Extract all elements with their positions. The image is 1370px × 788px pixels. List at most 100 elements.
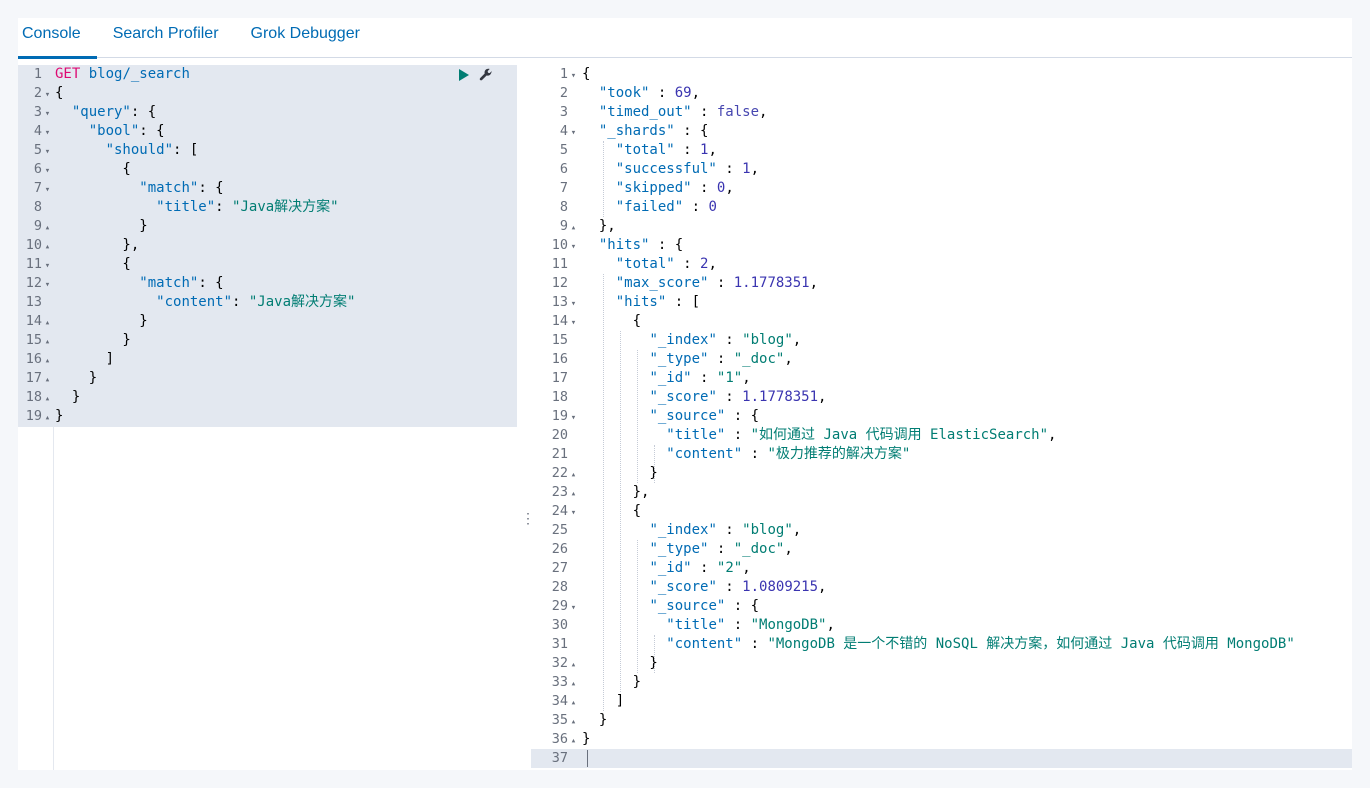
json-punct: :	[716, 522, 743, 538]
line-number: 4	[559, 123, 568, 139]
tab-search-profiler[interactable]: Search Profiler	[97, 18, 235, 58]
request-path: blog/_search	[88, 66, 190, 82]
json-value: 1.1778351	[733, 275, 810, 291]
json-string: "如何通过 Java 代码调用 ElasticSearch"	[750, 427, 1049, 443]
json-key: "_shards"	[598, 123, 675, 139]
line-number: 3	[33, 104, 42, 120]
line-text: {	[582, 313, 642, 329]
line-text: ]	[55, 351, 115, 367]
line-text: {	[55, 256, 131, 272]
request-line: 12 ▾ "match": {	[18, 274, 517, 293]
line-text: "timed_out" : false,	[579, 103, 768, 122]
line-number: 13	[551, 294, 568, 310]
line-number: 16	[551, 351, 568, 367]
json-punct	[582, 332, 649, 348]
response-viewer[interactable]: 1 ▾{2 "took" : 69, 3 "timed_out" : false, 4…	[531, 65, 1352, 770]
tab-grok-debugger[interactable]: Grok Debugger	[235, 18, 376, 58]
json-punct: ,	[784, 351, 793, 367]
wrench-icon[interactable]	[479, 68, 493, 82]
response-line: 9 ▴ },	[531, 217, 1352, 236]
json-string: "1"	[716, 370, 743, 386]
json-key: "content"	[666, 636, 743, 652]
line-text: "match": {	[53, 179, 223, 198]
request-line: 10 ▴ },	[18, 236, 517, 255]
line-number: 36	[551, 731, 568, 747]
line-number: 26	[551, 541, 568, 557]
json-key: "_index"	[649, 332, 717, 348]
request-code[interactable]: 1 GET blog/_search 2 ▾{3 ▾ "query": {4 ▾ "boo…	[18, 65, 517, 426]
json-value: 0	[708, 199, 717, 215]
json-key: "should"	[105, 142, 174, 158]
request-editor[interactable]: 1 GET blog/_search 2 ▾{3 ▾ "query": {4 ▾ "boo…	[18, 65, 517, 770]
line-text: }	[582, 731, 591, 747]
json-punct	[582, 142, 616, 158]
line-text: "_shards" : {	[579, 122, 709, 141]
json-key: "timed_out"	[598, 104, 692, 120]
json-punct: : {	[198, 275, 224, 291]
json-punct: : {	[725, 598, 760, 614]
json-punct	[582, 370, 649, 386]
json-punct	[582, 237, 599, 253]
response-line: 26 "_type" : "_doc",	[531, 540, 1352, 559]
json-key: "title"	[666, 617, 726, 633]
line-text: }	[55, 332, 131, 348]
json-key: "max_score"	[615, 275, 709, 291]
response-line: 30 "title" : "MongoDB",	[531, 616, 1352, 635]
json-value: 1.0809215	[742, 579, 819, 595]
json-key: "_source"	[649, 598, 726, 614]
request-line: 16 ▴ ]	[18, 350, 517, 369]
json-punct: :	[742, 446, 768, 462]
json-punct: ,	[818, 579, 827, 595]
json-punct	[582, 560, 649, 576]
request-actions	[459, 65, 493, 84]
line-number: 9	[559, 218, 568, 234]
line-number: 15	[25, 332, 42, 348]
json-key: "hits"	[615, 294, 667, 310]
json-punct	[582, 161, 616, 177]
fold-close-icon[interactable]: ▴	[42, 409, 53, 428]
line-text: "title": "Java解决方案"	[53, 198, 338, 217]
json-punct: :	[742, 636, 768, 652]
line-number: 5	[559, 142, 568, 158]
json-key: "_source"	[649, 408, 726, 424]
tab-console[interactable]: Console	[18, 18, 97, 59]
json-punct	[582, 104, 599, 120]
json-punct	[582, 123, 599, 139]
line-text: }	[582, 655, 658, 671]
response-line: 24 ▾ {	[531, 502, 1352, 521]
line-text: "title" : "MongoDB",	[579, 616, 835, 635]
line-text: "total" : 2,	[579, 255, 717, 274]
json-punct	[582, 389, 649, 405]
json-punct: :	[708, 275, 734, 291]
json-punct	[582, 541, 649, 557]
json-string: "MongoDB 是一个不错的 NoSQL 解决方案，如何通过 Java 代码调…	[767, 636, 1295, 652]
line-text: "_score" : 1.0809215,	[579, 578, 826, 597]
line-text: }	[582, 712, 608, 728]
line-text: "_index" : "blog",	[579, 521, 801, 540]
json-key: "_score"	[649, 389, 717, 405]
json-punct	[582, 522, 649, 538]
json-key: "failed"	[615, 199, 684, 215]
json-key: "successful"	[615, 161, 717, 177]
line-text: }	[55, 408, 64, 424]
json-punct: ,	[708, 256, 717, 272]
json-punct: :	[691, 370, 717, 386]
json-punct	[582, 598, 649, 614]
json-key: "_id"	[649, 370, 692, 386]
request-method: GET	[55, 66, 81, 82]
line-text: ]	[582, 693, 625, 709]
vertical-ellipsis-icon[interactable]: ⋮	[521, 508, 535, 528]
line-text: },	[582, 484, 650, 500]
line-text: "_source" : {	[579, 597, 759, 616]
json-key: "query"	[71, 104, 131, 120]
response-line: 8 "failed" : 0	[531, 198, 1352, 217]
json-punct	[55, 180, 139, 196]
json-punct: :	[725, 427, 751, 443]
response-line: 10 ▾ "hits" : {	[531, 236, 1352, 255]
response-line: 31 "content" : "MongoDB 是一个不错的 NoSQL 解决方…	[531, 635, 1352, 654]
request-line: 8 "title": "Java解决方案"	[18, 198, 517, 217]
line-text: },	[582, 218, 616, 234]
line-text: GET blog/_search	[53, 65, 190, 84]
play-icon[interactable]	[459, 68, 469, 81]
response-line: 28 "_score" : 1.0809215,	[531, 578, 1352, 597]
